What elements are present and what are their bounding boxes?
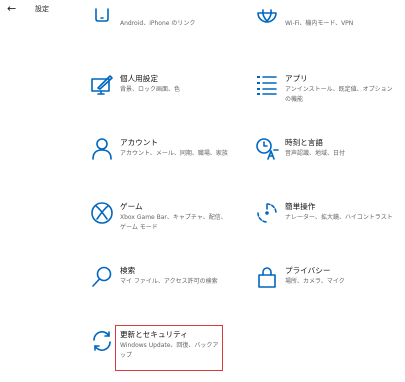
xbox-icon: [90, 201, 114, 225]
tile-description: ナレーター、拡大鏡、ハイコントラスト: [285, 214, 393, 221]
sync-arrows-icon: [90, 329, 114, 353]
tile-description: Xbox Game Bar、キャプチャ、配信、ゲーム モード: [120, 214, 227, 231]
tile-name: 個人用設定: [120, 74, 158, 83]
tile-description: 場所、カメラ、マイク: [285, 278, 345, 285]
tile-privacy[interactable]: プライバシー 場所、カメラ、マイク: [255, 265, 405, 301]
lock-icon: [255, 265, 279, 289]
tile-phone[interactable]: Android、iPhone のリンク: [90, 7, 240, 41]
tile-description: アカウント、メール、同期、職場、家族: [120, 150, 228, 157]
tile-name: アプリ: [285, 74, 308, 83]
tile-apps[interactable]: アプリ アンインストール、既定値、オプションの機能: [255, 73, 405, 109]
tile-accounts[interactable]: アカウント アカウント、メール、同期、職場、家族: [90, 137, 240, 173]
tile-description: アンインストール、既定値、オプションの機能: [285, 86, 393, 103]
highlight-box: [115, 325, 223, 371]
time-language-icon: [255, 137, 279, 161]
globe-icon: [255, 7, 279, 31]
tile-time-language[interactable]: 時刻と言語 音声認識、地域、日付: [255, 137, 405, 173]
tile-search[interactable]: 検索 マイ ファイル、アクセス許可の検索: [90, 265, 240, 301]
tile-description: 音声認識、地域、日付: [285, 150, 346, 157]
tile-description: 背景、ロック画面、色: [120, 86, 181, 93]
tile-name: プライバシー: [285, 266, 331, 275]
phone-icon: [90, 7, 114, 31]
tile-gaming[interactable]: ゲーム Xbox Game Bar、キャプチャ、配信、ゲーム モード: [90, 201, 240, 237]
tile-ease-of-access[interactable]: 簡単操作 ナレーター、拡大鏡、ハイコントラスト: [255, 201, 405, 237]
search-icon: [90, 265, 114, 289]
tile-description: Wi-Fi、機内モード、VPN: [285, 20, 354, 27]
tile-name: 時刻と言語: [285, 138, 323, 147]
window-title: 設定: [35, 5, 49, 13]
personalization-icon: [90, 73, 114, 97]
tile-personalization[interactable]: 個人用設定 背景、ロック画面、色: [90, 73, 240, 109]
ease-of-access-icon: [255, 201, 279, 225]
tile-description: Android、iPhone のリンク: [120, 20, 196, 27]
tile-name: アカウント: [120, 138, 158, 147]
tile-description: マイ ファイル、アクセス許可の検索: [120, 278, 218, 285]
back-button[interactable]: ←: [7, 2, 16, 16]
tile-name: 簡単操作: [285, 202, 316, 211]
tile-network[interactable]: Wi-Fi、機内モード、VPN: [255, 7, 405, 41]
tile-name: 検索: [120, 266, 136, 275]
person-icon: [90, 137, 114, 161]
tile-name: ゲーム: [120, 202, 143, 211]
apps-list-icon: [255, 73, 279, 97]
